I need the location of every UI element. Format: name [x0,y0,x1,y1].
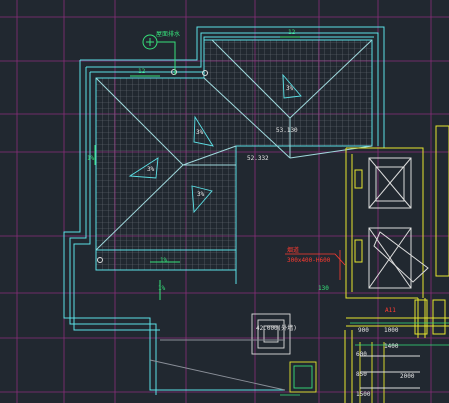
slope-pct-d: 3% [197,191,205,198]
dim-a11: A11 [385,307,396,314]
top-callout-text: 屋面排水 [156,30,180,38]
slope-left: 1% [87,155,95,162]
dim-1400: 1400 [384,343,399,350]
lower-floor-rooms [344,147,449,403]
ridge-elevation-1: 53.130 [276,127,298,134]
dim-130: 130 [318,285,329,292]
slope-pct-c: 3% [147,166,155,173]
slope-pct-b: 3% [196,129,204,136]
dim-600: 600 [356,351,367,358]
vent-note-1: 烟道 [287,246,299,254]
skylight-elevation: 42.000(外墙) [256,324,297,332]
dim-12-right: 12 [288,29,296,36]
cad-drawing-canvas: 屋面排水 12 12 3% 3% 3% 3% 53.130 52.332 1% … [0,0,449,403]
ridge-elevation-2: 52.332 [247,155,269,162]
dim-1000: 1000 [384,327,399,334]
slope-pct-a: 3% [286,85,294,92]
dim-850: 850 [356,371,367,378]
vent-note-2: 300x400-H600 [287,257,331,264]
slope-bottom: 1% [160,257,168,264]
slope-lower-left: 1% [158,285,166,292]
top-callout [142,34,176,75]
roof-plan-drawing: 屋面排水 12 12 3% 3% 3% 3% 53.130 52.332 1% … [0,0,449,403]
dim-900: 900 [358,327,369,334]
dim-2000: 2000 [400,373,415,380]
dim-12-left: 12 [138,68,146,75]
dim-1500: 1500 [356,391,371,398]
vent-leader [285,250,346,280]
shaft-boxes [354,125,449,335]
